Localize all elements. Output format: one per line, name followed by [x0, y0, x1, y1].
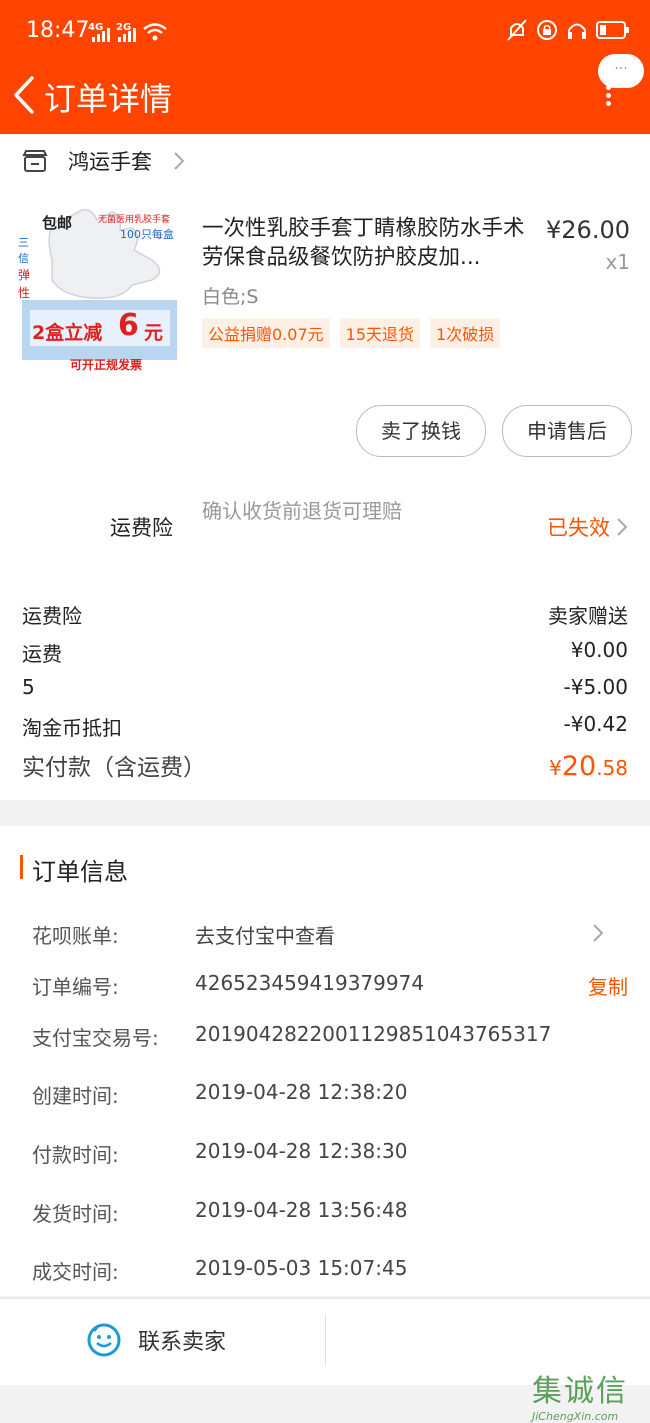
product-quantity: x1 — [605, 250, 630, 274]
total-row: 实付款（含运费） ¥20.58 — [22, 748, 628, 782]
insurance-status[interactable]: 已失效 — [547, 512, 628, 542]
info-value: 426523459419379974 — [195, 971, 425, 995]
sell-button[interactable]: 卖了换钱 — [356, 405, 486, 457]
contact-seller-label: 联系卖家 — [138, 1330, 227, 1355]
info-key: 发货时间: — [32, 1202, 119, 1226]
order-info-title: 订单信息 — [32, 858, 128, 886]
headphones-icon — [568, 23, 586, 39]
fee-row: 5 -¥5.00 — [22, 675, 628, 699]
fee-value: -¥5.00 — [563, 675, 628, 699]
fee-value: -¥0.42 — [563, 712, 628, 736]
status-time: 18:47 — [26, 18, 90, 43]
fee-row: 运费险 卖家赠送 — [22, 600, 628, 629]
more-menu-icon[interactable] — [598, 82, 618, 116]
image-text-promo: 2盒立减 — [32, 322, 103, 344]
info-value: 2019-05-03 15:07:45 — [195, 1256, 408, 1280]
fee-label: 运费 — [22, 642, 62, 666]
fee-row: 淘金币抵扣 -¥0.42 — [22, 712, 628, 741]
shop-row[interactable]: 鸿运手套 — [22, 146, 186, 176]
shop-icon — [22, 150, 48, 172]
wifi-icon — [143, 23, 167, 41]
insurance-label: 运费险 — [110, 516, 173, 540]
chevron-right-icon — [174, 152, 185, 170]
contact-seller-button[interactable]: 联系卖家 — [86, 1322, 226, 1358]
image-text-free-shipping: 包邮 — [42, 214, 73, 232]
bottom-divider — [325, 1314, 326, 1366]
image-text-subtitle: 无菌医用乳胶手套 — [98, 215, 171, 225]
fee-value: 卖家赠送 — [548, 604, 628, 628]
fee-label: 5 — [22, 675, 35, 699]
info-key: 创建时间: — [32, 1084, 119, 1108]
image-text-6: 性 — [18, 286, 31, 300]
service-tags: 公益捐赠0.07元 15天退货 1次破损 — [202, 318, 501, 348]
total-integer: 20 — [561, 751, 597, 782]
watermark-logo-text: 集诚信 — [532, 1374, 628, 1409]
section-accent-bar — [20, 855, 23, 879]
info-value: 2019042822001129851043765317 — [195, 1022, 552, 1046]
info-value: 2019-04-28 12:38:20 — [195, 1080, 408, 1104]
insurance-description: 确认收货前退货可理赔 — [202, 499, 402, 523]
product-price: ¥26.00 — [546, 216, 630, 244]
signal-icon — [118, 28, 136, 42]
info-value: 2019-04-28 13:56:48 — [195, 1198, 408, 1222]
shop-name: 鸿运手套 — [68, 150, 152, 174]
bell-muted-icon — [507, 19, 527, 41]
watermark-url: JiChengXin.com — [532, 1410, 619, 1423]
image-text-count: 100只每盒 — [120, 228, 174, 241]
image-text-yuan: 元 — [144, 322, 164, 344]
chat-face-icon — [87, 1323, 121, 1357]
tag-return: 15天退货 — [339, 318, 421, 348]
info-key: 订单编号: — [32, 975, 119, 999]
signal-icon — [92, 28, 110, 42]
after-sale-button[interactable]: 申请售后 — [502, 405, 632, 457]
product-title[interactable]: 一次性乳胶手套丁睛橡胶防水手术劳保食品级餐饮防护胶皮加... — [202, 214, 534, 272]
image-text-3: 三 — [18, 236, 29, 249]
insurance-status-text: 已失效 — [547, 516, 610, 540]
total-currency: ¥ — [549, 756, 562, 780]
nav-bar: 订单详情 — [0, 64, 650, 134]
image-text-invoice: 可开正规发票 — [70, 358, 143, 372]
total-value: ¥20.58 — [549, 751, 628, 782]
total-decimal: .58 — [596, 756, 628, 780]
fee-value: ¥0.00 — [570, 638, 628, 662]
lock-circle-icon — [537, 20, 557, 40]
image-text-4: 信 — [18, 252, 29, 265]
status-icons — [506, 18, 630, 42]
fee-row: 运费 ¥0.00 — [22, 638, 628, 667]
product-image[interactable]: 包邮 无菌医用乳胶手套 100只每盒 三 信 弹 性 2盒立减 6 元 可开正规… — [12, 200, 180, 376]
chevron-right-icon — [617, 518, 628, 536]
info-key: 花呗账单: — [32, 924, 119, 948]
fee-label: 运费险 — [22, 604, 82, 628]
fee-label: 淘金币抵扣 — [22, 716, 122, 740]
page-title: 订单详情 — [44, 80, 173, 118]
tag-donation: 公益捐赠0.07元 — [202, 318, 330, 348]
copy-button[interactable]: 复制 — [588, 971, 628, 1000]
status-bar: 18:47 4G 2G — [0, 0, 650, 64]
info-value: 2019-04-28 12:38:30 — [195, 1139, 408, 1163]
image-text-six: 6 — [118, 308, 139, 343]
info-key: 成交时间: — [32, 1260, 119, 1284]
info-key: 支付宝交易号: — [32, 1026, 159, 1050]
back-arrow-icon[interactable] — [10, 70, 46, 120]
header: 18:47 4G 2G 订单详情 ··· — [0, 0, 650, 134]
product-spec: 白色;S — [202, 286, 259, 308]
tag-damage: 1次破损 — [430, 318, 501, 348]
watermark: 集诚信 JiChengXin.com — [532, 1366, 628, 1423]
battery-icon — [596, 21, 629, 39]
total-label: 实付款（含运费） — [22, 755, 206, 781]
info-key: 付款时间: — [32, 1143, 119, 1167]
info-value: 去支付宝中查看 — [195, 924, 335, 948]
image-text-5: 弹 — [18, 268, 31, 282]
chevron-right-icon — [593, 924, 604, 942]
